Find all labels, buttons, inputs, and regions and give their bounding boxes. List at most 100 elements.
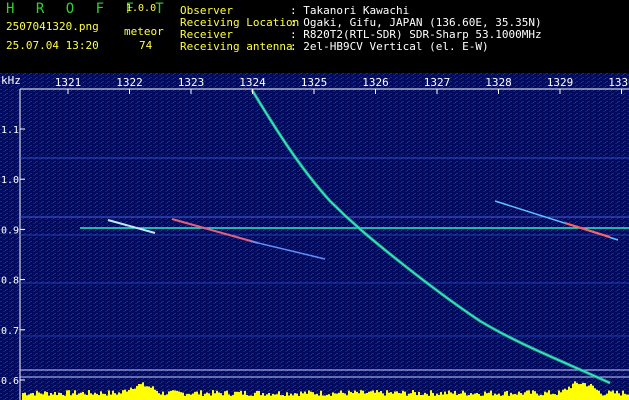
signal-bar bbox=[112, 390, 114, 400]
signal-bar bbox=[596, 389, 598, 400]
signal-bar bbox=[510, 392, 512, 400]
signal-bar bbox=[86, 394, 88, 400]
signal-bar bbox=[524, 392, 526, 400]
signal-bar bbox=[318, 395, 320, 400]
signal-bar bbox=[170, 390, 172, 400]
signal-bar bbox=[582, 382, 584, 400]
signal-bar bbox=[488, 392, 490, 400]
signal-bar bbox=[412, 390, 414, 400]
signal-bar bbox=[76, 394, 78, 400]
signal-bar bbox=[38, 392, 40, 400]
signal-bar bbox=[30, 393, 32, 400]
signal-bar bbox=[534, 391, 536, 400]
signal-bar bbox=[332, 392, 334, 400]
signal-bar bbox=[304, 391, 306, 400]
signal-bar bbox=[80, 392, 82, 400]
signal-bar bbox=[424, 392, 426, 400]
signal-bar bbox=[268, 393, 270, 400]
signal-bar bbox=[32, 392, 34, 400]
signal-bar bbox=[230, 395, 232, 400]
signal-bar bbox=[404, 391, 406, 400]
signal-bar bbox=[114, 393, 116, 400]
signal-bar bbox=[526, 390, 528, 400]
signal-bar bbox=[196, 391, 198, 400]
signal-bar bbox=[446, 394, 448, 400]
signal-bar bbox=[392, 393, 394, 400]
x-tick-label: 1321 bbox=[55, 76, 82, 89]
signal-bar bbox=[340, 390, 342, 400]
signal-bar bbox=[26, 395, 28, 400]
signal-bar bbox=[82, 391, 84, 400]
signal-bar bbox=[250, 395, 252, 400]
signal-bar bbox=[622, 390, 624, 400]
signal-bar bbox=[260, 395, 262, 400]
signal-bar bbox=[132, 388, 134, 400]
signal-bar bbox=[380, 391, 382, 400]
signal-bar bbox=[460, 393, 462, 400]
signal-bar bbox=[140, 384, 142, 400]
signal-bar bbox=[100, 391, 102, 400]
signal-bar bbox=[290, 393, 292, 400]
signal-bar bbox=[178, 391, 180, 400]
signal-bar bbox=[148, 386, 150, 400]
signal-bar bbox=[70, 395, 72, 400]
y-axis-unit: kHz bbox=[1, 74, 21, 87]
signal-bar bbox=[520, 393, 522, 400]
signal-bar bbox=[166, 394, 168, 400]
signal-bar bbox=[78, 393, 80, 400]
signal-bar bbox=[238, 392, 240, 400]
signal-bar bbox=[508, 395, 510, 400]
signal-bar bbox=[108, 390, 110, 400]
signal-bar bbox=[396, 391, 398, 400]
signal-bar bbox=[384, 395, 386, 400]
signal-bar bbox=[56, 395, 58, 400]
signal-bar bbox=[336, 393, 338, 400]
signal-bar bbox=[344, 393, 346, 400]
signal-bar bbox=[416, 395, 418, 400]
signal-bar bbox=[194, 391, 196, 400]
signal-bar bbox=[614, 393, 616, 400]
x-tick-label: 1326 bbox=[362, 76, 389, 89]
signal-bar bbox=[556, 395, 558, 400]
y-tick-label: 0.7 bbox=[1, 326, 19, 337]
x-tick-label: 1324 bbox=[239, 76, 266, 89]
signal-bar bbox=[366, 393, 368, 400]
signal-bar bbox=[568, 386, 570, 400]
signal-bar bbox=[68, 390, 70, 400]
signal-bar bbox=[28, 394, 30, 400]
signal-bar bbox=[150, 387, 152, 400]
signal-bar bbox=[362, 390, 364, 400]
y-tick-label: 0.9 bbox=[1, 225, 19, 236]
signal-bar bbox=[346, 395, 348, 400]
signal-bar bbox=[402, 390, 404, 400]
signal-bar bbox=[202, 395, 204, 400]
signal-bar bbox=[442, 394, 444, 400]
signal-bar bbox=[264, 395, 266, 400]
signal-bar bbox=[410, 393, 412, 400]
y-tick-label: 0.6 bbox=[1, 376, 19, 387]
info-value-antenna: : 2el-HB9CV Vertical (el. E-W) bbox=[290, 40, 489, 53]
signal-bar bbox=[174, 390, 176, 400]
signal-bar bbox=[352, 393, 354, 400]
signal-bar bbox=[620, 395, 622, 400]
signal-bar bbox=[42, 394, 44, 400]
signal-bar bbox=[206, 392, 208, 400]
signal-bar bbox=[454, 391, 456, 400]
signal-bar bbox=[514, 393, 516, 400]
signal-bar bbox=[48, 395, 50, 400]
signal-bar bbox=[518, 391, 520, 400]
signal-bar bbox=[602, 395, 604, 400]
signal-bar bbox=[430, 390, 432, 400]
signal-bar bbox=[368, 391, 370, 400]
signal-bar bbox=[482, 395, 484, 400]
x-tick-label: 1329 bbox=[547, 76, 574, 89]
signal-bar bbox=[52, 394, 54, 400]
signal-bar bbox=[506, 390, 508, 400]
signal-bar bbox=[190, 394, 192, 400]
signal-bar bbox=[262, 393, 264, 400]
signal-bar bbox=[24, 392, 26, 400]
signal-bar bbox=[580, 383, 582, 400]
x-tick-label: 1328 bbox=[485, 76, 512, 89]
signal-bar bbox=[378, 392, 380, 400]
signal-bar bbox=[120, 393, 122, 400]
